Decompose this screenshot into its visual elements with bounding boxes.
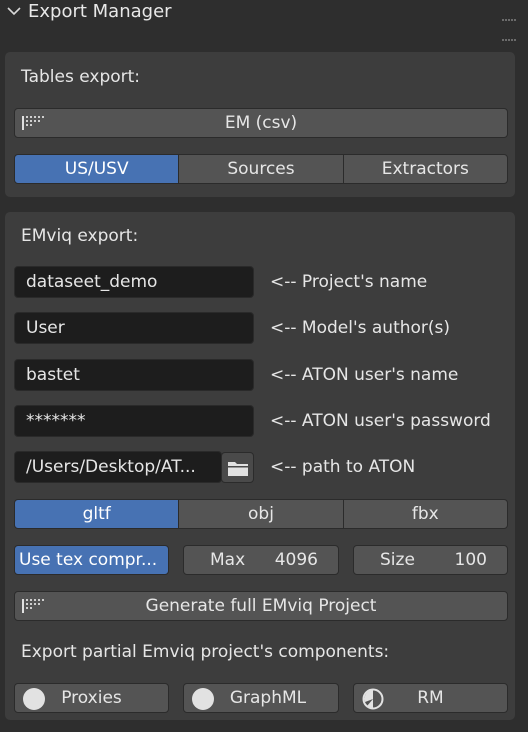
table-export-icon	[22, 599, 44, 613]
partial-export-label: Export partial Emviq project's component…	[21, 642, 390, 662]
max-texture-field[interactable]: Max 4096	[183, 545, 339, 575]
tab-us-usv[interactable]: US/USV	[14, 154, 180, 184]
emviq-export-label: EMviq export:	[21, 226, 139, 246]
size-label: Size	[380, 550, 415, 570]
model-author-hint: <-- Model's author(s)	[270, 318, 451, 338]
em-csv-label: EM (csv)	[224, 113, 298, 133]
project-name-field[interactable]: dataseet_demo	[14, 266, 254, 298]
tab-extractors[interactable]: Extractors	[342, 154, 508, 184]
drag-grip-icon[interactable]	[502, 6, 520, 41]
aton-path-hint: <-- path to ATON	[270, 457, 416, 477]
aton-path-field[interactable]: /Users/Desktop/AT...	[14, 451, 222, 483]
graphml-label: GraphML	[229, 688, 307, 708]
folder-browse-button[interactable]	[221, 452, 254, 483]
size-field[interactable]: Size 100	[353, 545, 508, 575]
tab-sources[interactable]: Sources	[178, 154, 344, 184]
aton-password-field[interactable]: *******	[14, 405, 254, 437]
tex-compress-toggle[interactable]: Use tex compr...	[14, 545, 169, 575]
format-tab-group: gltf obj fbx	[14, 499, 508, 529]
max-label: Max	[210, 550, 246, 570]
panel-header[interactable]: Export Manager	[0, 0, 528, 41]
aton-user-field[interactable]: bastet	[14, 359, 254, 391]
tables-tab-group: US/USV Sources Extractors	[14, 154, 508, 184]
aton-user-hint: <-- ATON user's name	[270, 365, 459, 385]
generate-label: Generate full EMviq Project	[145, 596, 377, 616]
project-name-hint: <-- Project's name	[270, 272, 428, 292]
tab-gltf[interactable]: gltf	[14, 499, 180, 529]
tables-export-label: Tables export:	[21, 67, 141, 87]
tables-export-panel: Tables export: EM (csv) US/USV Sources E…	[5, 52, 515, 197]
table-export-icon	[22, 116, 44, 130]
em-csv-button[interactable]: EM (csv)	[14, 108, 508, 138]
aton-password-hint: <-- ATON user's password	[270, 411, 491, 431]
generate-emviq-button[interactable]: Generate full EMviq Project	[14, 591, 508, 621]
emviq-export-panel: EMviq export: dataseet_demo <-- Project'…	[5, 212, 515, 720]
folder-icon	[227, 462, 248, 476]
circle-icon	[23, 688, 45, 710]
model-author-field[interactable]: User	[14, 312, 254, 344]
graphml-button[interactable]: GraphML	[183, 683, 339, 713]
tab-obj[interactable]: obj	[178, 499, 344, 529]
proxies-button[interactable]: Proxies	[14, 683, 169, 713]
rm-button[interactable]: RM	[353, 683, 508, 713]
rm-label: RM	[417, 688, 444, 708]
rm-icon	[362, 688, 384, 710]
panel-title: Export Manager	[28, 1, 172, 22]
tab-fbx[interactable]: fbx	[342, 499, 508, 529]
chevron-down-icon[interactable]	[6, 3, 22, 19]
proxies-label: Proxies	[61, 688, 122, 708]
size-value: 100	[454, 550, 487, 570]
max-value: 4096	[274, 550, 318, 570]
circle-icon	[192, 688, 214, 710]
